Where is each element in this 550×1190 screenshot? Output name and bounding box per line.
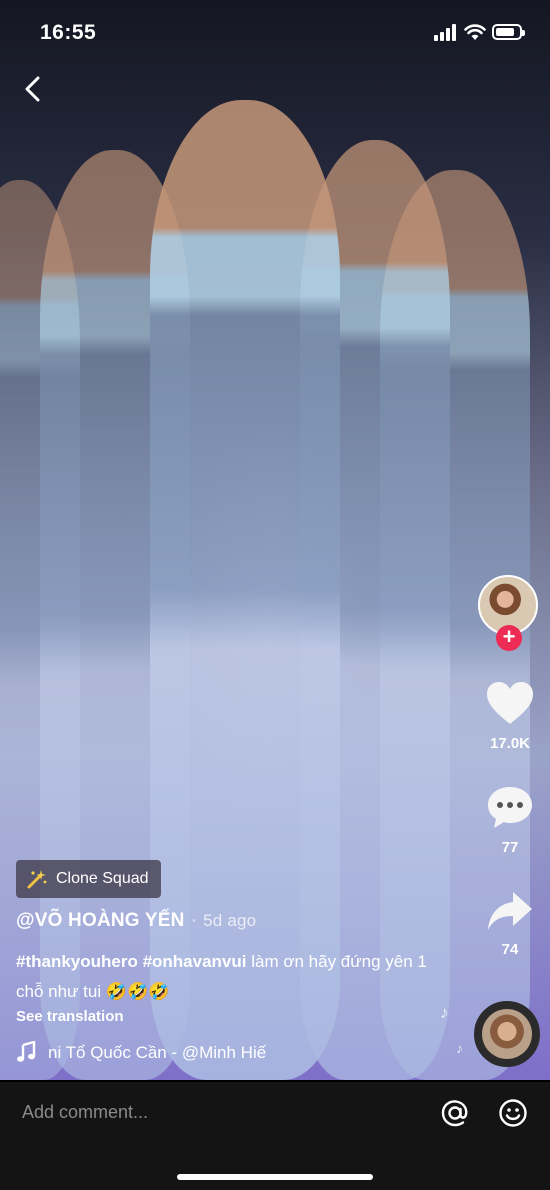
- post-time-ago: 5d ago: [203, 911, 257, 930]
- follow-button[interactable]: +: [496, 625, 522, 651]
- smiley-icon[interactable]: [498, 1098, 528, 1128]
- like-count: 17.0K: [489, 735, 531, 752]
- username[interactable]: @VÕ HOÀNG YẾN: [16, 910, 185, 931]
- music-note-icon: [17, 1041, 36, 1062]
- share-button[interactable]: 74: [475, 890, 545, 958]
- battery-level: [496, 28, 514, 36]
- heart-icon[interactable]: [485, 680, 535, 726]
- creator-avatar-button[interactable]: +: [478, 575, 542, 651]
- status-bar: 16:55: [0, 0, 550, 66]
- post-author-line[interactable]: @VÕ HOÀNG YẾN · 5d ago: [16, 910, 256, 932]
- home-indicator[interactable]: [177, 1174, 373, 1180]
- effect-tag-button[interactable]: Clone Squad: [16, 860, 161, 898]
- music-ticker[interactable]: ni Tổ Quốc Cần - @Minh Hiế: [16, 1041, 296, 1067]
- speech-bubble-icon[interactable]: [485, 784, 535, 830]
- sound-disc-button[interactable]: [474, 1001, 540, 1067]
- back-icon[interactable]: [18, 74, 48, 104]
- music-title: ni Tổ Quốc Cần - @Minh Hiế: [48, 1043, 267, 1062]
- separator: ·: [190, 910, 198, 931]
- at-sign-icon[interactable]: [440, 1098, 470, 1128]
- post-caption: #thankyouhero #onhavanvui làm ơn hãy đứn…: [16, 947, 436, 1007]
- comment-input[interactable]: Add comment...: [22, 1102, 148, 1123]
- sound-cover-image: [482, 1009, 532, 1059]
- share-count: 74: [501, 941, 519, 958]
- see-translation-link[interactable]: See translation: [16, 1008, 124, 1025]
- caption-hashtags[interactable]: #thankyouhero #onhavanvui: [16, 952, 247, 971]
- comment-count: 77: [501, 839, 519, 856]
- share-arrow-icon[interactable]: [485, 890, 535, 932]
- comment-bar: Add comment...: [0, 1082, 550, 1190]
- comment-button[interactable]: 77: [475, 784, 545, 856]
- effect-label: Clone Squad: [56, 870, 149, 887]
- battery-icon: [492, 24, 525, 40]
- like-button[interactable]: 17.0K: [475, 680, 545, 752]
- video-figure: [150, 100, 340, 1080]
- floating-music-note-icon: ♪: [456, 1040, 463, 1056]
- sparkle-wand-icon: [27, 870, 47, 889]
- wifi-icon: [464, 24, 486, 40]
- signal-icon: [434, 24, 460, 41]
- floating-music-note-icon: ♪: [440, 1003, 449, 1022]
- status-time: 16:55: [40, 21, 97, 44]
